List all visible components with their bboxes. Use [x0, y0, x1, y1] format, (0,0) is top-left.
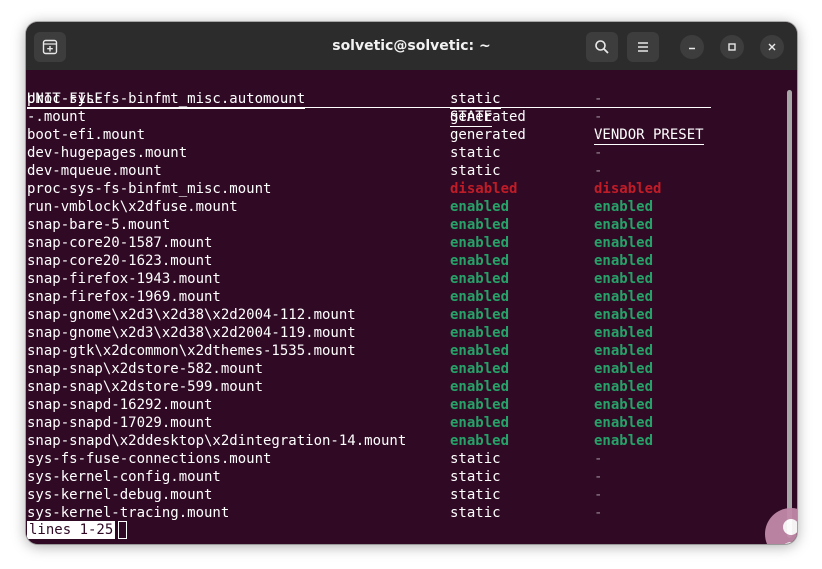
state-cell: enabled — [450, 361, 510, 377]
menu-button[interactable] — [627, 32, 659, 62]
vendor-preset-cell: - — [594, 127, 603, 143]
vendor-preset-cell: - — [594, 505, 603, 521]
state-cell: disabled — [450, 181, 518, 197]
scrollbar[interactable] — [787, 90, 792, 538]
vendor-preset-cell: enabled — [594, 271, 654, 287]
unit-file-cell: -.mount — [27, 109, 87, 125]
state-cell: enabled — [450, 253, 510, 269]
unit-file-cell: proc-sys-fs-binfmt_misc.mount — [27, 181, 272, 197]
title-bar: solvetic@solvetic: ~ — [26, 22, 797, 71]
unit-file-cell: snap-core20-1587.mount — [27, 235, 213, 251]
search-icon — [595, 40, 609, 54]
unit-file-cell: snap-snap\x2dstore-599.mount — [27, 379, 264, 395]
state-cell: enabled — [450, 289, 510, 305]
state-cell: enabled — [450, 235, 510, 251]
unit-file-cell: sys-fs-fuse-connections.mount — [27, 451, 272, 467]
terminal-window: solvetic@solvetic: ~ UNIT FILE STATE VEN… — [26, 22, 797, 544]
unit-file-cell: snap-firefox-1969.mount — [27, 289, 221, 305]
state-cell: generated — [450, 127, 526, 143]
close-icon — [768, 43, 776, 51]
state-cell: generated — [450, 109, 526, 125]
vendor-preset-cell: - — [594, 109, 603, 125]
unit-file-cell: snap-gnome\x2d3\x2d38\x2d2004-112.mount — [27, 307, 356, 323]
maximize-icon — [728, 43, 736, 51]
state-cell: enabled — [450, 199, 510, 215]
solvetic-logo-icon — [765, 508, 797, 544]
state-cell: static — [450, 469, 501, 485]
vendor-preset-cell: - — [594, 145, 603, 161]
unit-file-cell: snap-gnome\x2d3\x2d38\x2d2004-119.mount — [27, 325, 356, 341]
vendor-preset-cell: enabled — [594, 199, 654, 215]
table-header: UNIT FILE STATE VENDOR PRESET — [27, 72, 704, 145]
terminal-cursor — [118, 521, 127, 539]
unit-file-cell: snap-gtk\x2dcommon\x2dthemes-1535.mount — [27, 343, 356, 359]
hamburger-menu-icon — [638, 42, 648, 52]
vendor-preset-cell: enabled — [594, 307, 654, 323]
state-cell: enabled — [450, 271, 510, 287]
first-row-underline — [27, 107, 711, 108]
pager-status: lines 1-25 — [27, 521, 116, 539]
header-vendor-preset: VENDOR PRESET — [594, 127, 704, 145]
unit-file-cell: snap-snapd-16292.mount — [27, 397, 213, 413]
unit-file-cell: snap-bare-5.mount — [27, 217, 171, 233]
state-cell: enabled — [450, 325, 510, 341]
maximize-button[interactable] — [720, 35, 744, 59]
vendor-preset-cell: enabled — [594, 379, 654, 395]
vendor-preset-cell: enabled — [594, 235, 654, 251]
vendor-preset-cell: - — [594, 487, 603, 503]
search-button[interactable] — [586, 32, 618, 62]
state-cell: enabled — [450, 379, 510, 395]
minimize-icon — [689, 47, 695, 50]
vendor-preset-cell: enabled — [594, 289, 654, 305]
unit-file-cell: snap-snapd-17029.mount — [27, 415, 213, 431]
state-cell: enabled — [450, 217, 510, 233]
vendor-preset-cell: - — [594, 469, 603, 485]
state-cell: static — [450, 487, 501, 503]
minimize-button[interactable] — [680, 35, 704, 59]
vendor-preset-cell: disabled — [594, 181, 662, 197]
vendor-preset-cell: - — [594, 91, 603, 107]
state-cell: static — [450, 505, 501, 521]
unit-file-cell: snap-snapd\x2ddesktop\x2dintegration-14.… — [27, 433, 407, 449]
vendor-preset-cell: enabled — [594, 253, 654, 269]
unit-file-cell: dev-mqueue.mount — [27, 163, 162, 179]
state-cell: static — [450, 145, 501, 161]
unit-file-cell: snap-core20-1623.mount — [27, 253, 213, 269]
state-cell: enabled — [450, 397, 510, 413]
terminal-output[interactable]: UNIT FILE STATE VENDOR PRESET proc-sys-f… — [26, 70, 797, 544]
vendor-preset-cell: - — [594, 163, 603, 179]
vendor-preset-cell: - — [594, 451, 603, 467]
unit-file-cell: dev-hugepages.mount — [27, 145, 188, 161]
unit-file-cell: boot-efi.mount — [27, 127, 146, 143]
state-cell: enabled — [450, 307, 510, 323]
vendor-preset-cell: enabled — [594, 343, 654, 359]
unit-file-cell: sys-kernel-config.mount — [27, 469, 221, 485]
vendor-preset-cell: enabled — [594, 325, 654, 341]
state-cell: enabled — [450, 415, 510, 431]
vendor-preset-cell: enabled — [594, 433, 654, 449]
unit-file-cell: snap-snap\x2dstore-582.mount — [27, 361, 264, 377]
vendor-preset-cell: enabled — [594, 217, 654, 233]
unit-file-cell: sys-kernel-debug.mount — [27, 487, 213, 503]
unit-file-cell: snap-firefox-1943.mount — [27, 271, 221, 287]
close-button[interactable] — [760, 35, 784, 59]
vendor-preset-cell: enabled — [594, 361, 654, 377]
vendor-preset-cell: enabled — [594, 397, 654, 413]
unit-file-cell: run-vmblock\x2dfuse.mount — [27, 199, 238, 215]
state-cell: enabled — [450, 433, 510, 449]
vendor-preset-cell: enabled — [594, 415, 654, 431]
state-cell: static — [450, 451, 501, 467]
state-cell: enabled — [450, 343, 510, 359]
state-cell: static — [450, 163, 501, 179]
unit-file-cell: sys-kernel-tracing.mount — [27, 505, 230, 521]
